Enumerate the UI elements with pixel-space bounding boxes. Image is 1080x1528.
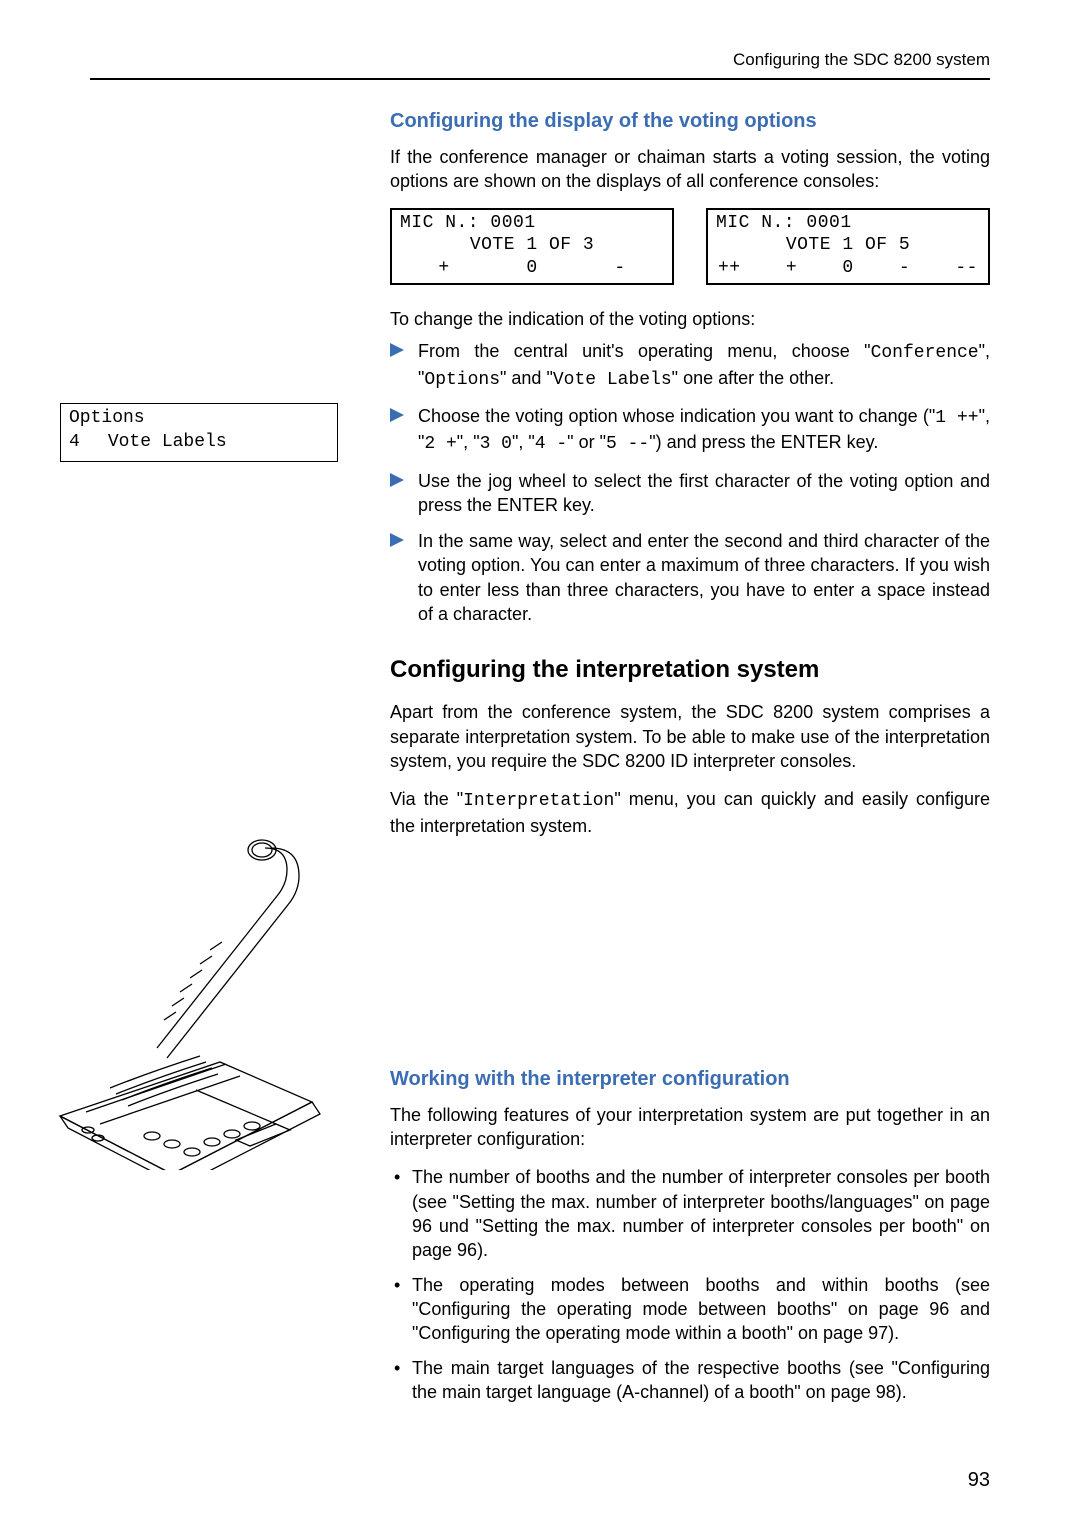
lcd-b-opt: - [899, 257, 910, 280]
lcd-a-opt: 0 [526, 257, 537, 280]
mono: Conference [871, 343, 979, 363]
triangle-bullet-icon [390, 408, 404, 422]
mono: 3 0 [480, 434, 512, 454]
lcd-row: MIC N.: 0001 VOTE 1 OF 3 + 0 - MIC N.: 0… [390, 208, 990, 286]
mono: Vote Labels [553, 370, 672, 390]
mono: 4 - [535, 434, 567, 454]
sidebox-label: Vote Labels [108, 430, 227, 454]
s2-p2: Via the "Interpretation" menu, you can q… [390, 787, 990, 838]
lcd-b-line2: VOTE 1 OF 5 [716, 234, 980, 257]
interpreter-console-illustration [40, 830, 340, 1175]
t: ", " [512, 432, 535, 452]
s3-b3: The main target languages of the respect… [390, 1356, 990, 1405]
lcd-panel-5opt: MIC N.: 0001 VOTE 1 OF 5 ++ + 0 - -- [706, 208, 990, 286]
lcd-a-opts: + 0 - [400, 257, 664, 280]
mono: Options [424, 370, 500, 390]
t: In the same way, select and enter the se… [418, 531, 990, 624]
s3-heading: Working with the interpreter configurati… [390, 1068, 990, 1091]
mono: 5 -- [606, 434, 649, 454]
page-number: 93 [968, 1469, 990, 1492]
t: ", " [457, 432, 480, 452]
lcd-a-opt: - [614, 257, 625, 280]
s1-leadout: To change the indication of the voting o… [390, 307, 990, 331]
t: Via the " [390, 789, 463, 809]
s3-bullets: The number of booths and the number of i… [390, 1165, 990, 1404]
lcd-b-opt: ++ [718, 257, 741, 280]
triangle-bullet-icon [390, 533, 404, 547]
lcd-b-opt: 0 [842, 257, 853, 280]
lcd-a-opt: + [438, 257, 449, 280]
s1-step1: From the central unit's operating menu, … [390, 339, 990, 392]
lcd-a-line2: VOTE 1 OF 3 [400, 234, 664, 257]
sidebox-index: 4 [69, 430, 80, 454]
lcd-panel-3opt: MIC N.: 0001 VOTE 1 OF 3 + 0 - [390, 208, 674, 286]
lcd-b-opts: ++ + 0 - -- [716, 257, 980, 280]
s3-b1: The number of booths and the number of i… [390, 1165, 990, 1262]
s2-heading: Configuring the interpretation system [390, 656, 990, 684]
running-header: Configuring the SDC 8200 system [90, 50, 990, 70]
t: From the central unit's operating menu, … [418, 341, 871, 361]
t: " one after the other. [672, 368, 835, 388]
mono: Interpretation [463, 791, 614, 811]
s1-step2: Choose the voting option whose indicatio… [390, 404, 990, 457]
t: " or " [567, 432, 606, 452]
t: ") and press the ENTER key. [649, 432, 878, 452]
sidebox-title: Options [69, 406, 329, 430]
header-rule [90, 78, 990, 80]
t: Choose the voting option whose indicatio… [418, 406, 935, 426]
s1-step4: In the same way, select and enter the se… [390, 529, 990, 626]
lcd-b-opt: + [786, 257, 797, 280]
triangle-bullet-icon [390, 473, 404, 487]
lcd-b-opt: -- [955, 257, 978, 280]
t: Use the jog wheel to select the first ch… [418, 471, 990, 515]
s1-step3: Use the jog wheel to select the first ch… [390, 469, 990, 518]
triangle-bullet-icon [390, 343, 404, 357]
s2-p1: Apart from the conference system, the SD… [390, 700, 990, 773]
s1-steps: From the central unit's operating menu, … [390, 339, 990, 626]
mono: 1 ++ [935, 408, 978, 428]
s1-intro: If the conference manager or chaiman sta… [390, 145, 990, 194]
side-box-options: Options 4 Vote Labels [60, 403, 338, 462]
s1-heading: Configuring the display of the voting op… [390, 110, 990, 133]
lcd-a-line1: MIC N.: 0001 [400, 212, 664, 235]
t: " and " [500, 368, 553, 388]
s3-intro: The following features of your interpret… [390, 1103, 990, 1152]
s3-b2: The operating modes between booths and w… [390, 1273, 990, 1346]
lcd-b-line1: MIC N.: 0001 [716, 212, 980, 235]
mono: 2 + [424, 434, 456, 454]
